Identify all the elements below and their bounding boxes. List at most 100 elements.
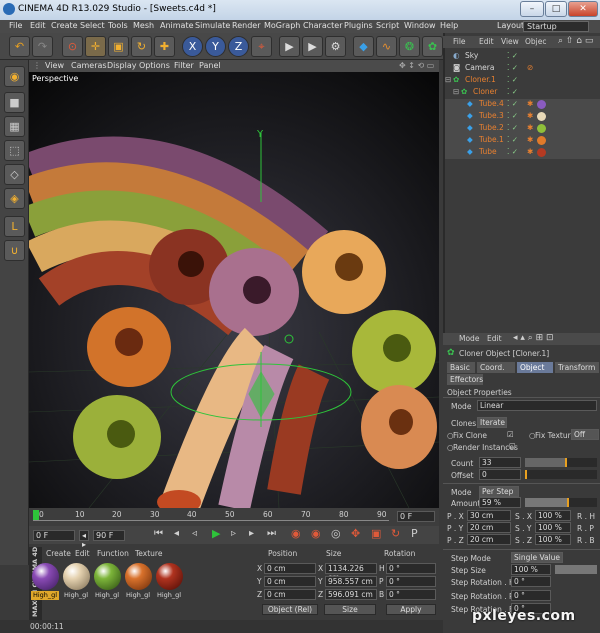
visibility-icon[interactable]: ⁚ ✓ bbox=[507, 51, 518, 60]
object-row-camera[interactable]: ◙ Camera ⁚ ✓ ⊘ bbox=[445, 63, 600, 75]
material-tag-icon[interactable] bbox=[537, 100, 546, 109]
end-frame-field[interactable]: 90 F bbox=[93, 530, 125, 541]
menu-mograph[interactable]: MoGraph bbox=[264, 21, 300, 30]
menu-plugins[interactable]: Plugins bbox=[344, 21, 373, 30]
count-slider-handle[interactable] bbox=[565, 458, 567, 467]
maximize-button[interactable]: □ bbox=[545, 1, 567, 17]
p-z-field[interactable]: 20 cm bbox=[467, 534, 511, 545]
render-picture-icon[interactable]: ▶ bbox=[302, 36, 323, 57]
fix-texture-select[interactable]: Off bbox=[571, 429, 599, 440]
rot-h-field[interactable]: 0 ° bbox=[386, 563, 436, 574]
material-label-5[interactable]: High_gl bbox=[155, 591, 183, 600]
camera-tag-icon[interactable]: ⊘ bbox=[527, 63, 533, 72]
record-icon[interactable]: ◉ bbox=[291, 527, 301, 540]
offset-slider-handle[interactable] bbox=[525, 470, 527, 479]
phong-tag-icon[interactable]: ✱ bbox=[527, 135, 533, 144]
spline-icon[interactable]: ∿ bbox=[376, 36, 397, 57]
visibility-icon[interactable]: ⁚ ✓ bbox=[507, 135, 518, 144]
tab-transform[interactable]: Transform bbox=[555, 362, 599, 373]
next-key-icon[interactable]: ▸ bbox=[249, 528, 254, 539]
pos-key-icon[interactable]: ✥ bbox=[351, 527, 360, 540]
material-swatch-5[interactable] bbox=[156, 563, 183, 590]
undo-icon[interactable]: ↶ bbox=[9, 36, 30, 57]
viewport-menu-cameras[interactable]: Cameras bbox=[71, 61, 107, 70]
offset-slider[interactable] bbox=[525, 470, 597, 479]
axis-tool-icon[interactable]: L bbox=[4, 216, 25, 237]
polygons-mode-icon[interactable]: ◈ bbox=[4, 188, 25, 209]
move-icon[interactable]: ✛ bbox=[85, 36, 106, 57]
y-axis-icon[interactable]: Y bbox=[205, 36, 226, 57]
menu-animate[interactable]: Animate bbox=[160, 21, 194, 30]
size-x-field[interactable]: 1134.226 cm bbox=[325, 563, 377, 582]
om-nav-icons[interactable]: ⌕ ⇧ ⌂ ▭ bbox=[558, 36, 593, 46]
attr-menu-mode[interactable]: Mode bbox=[459, 334, 479, 343]
viewport-menu-view[interactable]: View bbox=[45, 61, 64, 70]
rot-key-icon[interactable]: ↻ bbox=[391, 527, 400, 540]
coord-mode-select[interactable]: Object (Rel) bbox=[262, 604, 318, 615]
goto-end-icon[interactable]: ⏭ bbox=[267, 528, 276, 539]
material-swatch-2[interactable] bbox=[63, 563, 90, 590]
current-frame-field[interactable]: 0 F bbox=[397, 511, 435, 522]
tab-basic[interactable]: Basic bbox=[447, 362, 475, 373]
fix-clone-checkbox[interactable]: ☑ bbox=[507, 430, 514, 439]
material-label-2[interactable]: High_gl bbox=[62, 591, 90, 600]
start-frame-field[interactable]: 0 F bbox=[33, 530, 75, 541]
prev-frame-icon[interactable]: ◃ bbox=[192, 528, 197, 539]
step-rot-h-field[interactable]: 0 ° bbox=[511, 576, 551, 587]
s-x-field[interactable]: 100 % bbox=[535, 510, 571, 521]
timeline[interactable]: 0 10 20 30 40 50 60 70 80 90 0 F bbox=[29, 508, 439, 526]
material-tag-icon[interactable] bbox=[537, 124, 546, 133]
menu-help[interactable]: Help bbox=[440, 21, 458, 30]
material-swatch-4[interactable] bbox=[125, 563, 152, 590]
menu-edit[interactable]: Edit bbox=[30, 21, 46, 30]
material-tag-icon[interactable] bbox=[537, 148, 546, 157]
goto-start-icon[interactable]: ⏮ bbox=[154, 528, 163, 539]
tab-coord[interactable]: Coord. bbox=[477, 362, 515, 373]
om-menu-edit[interactable]: Edit bbox=[479, 37, 494, 46]
material-swatch-1[interactable] bbox=[32, 563, 59, 590]
visibility-icon[interactable]: ⁚ ✓ bbox=[507, 111, 518, 120]
render-view-icon[interactable]: ▶ bbox=[279, 36, 300, 57]
menu-character[interactable]: Character bbox=[303, 21, 343, 30]
viewport-menu-display[interactable]: Display bbox=[107, 61, 137, 70]
step-rot-p-field[interactable]: 0 ° bbox=[511, 590, 551, 601]
phong-tag-icon[interactable]: ✱ bbox=[527, 111, 533, 120]
apply-button[interactable]: Apply bbox=[386, 604, 436, 615]
visibility-icon[interactable]: ⁚ ✓ bbox=[507, 147, 518, 156]
menu-script[interactable]: Script bbox=[376, 21, 399, 30]
mat-menu-edit[interactable]: Edit bbox=[75, 549, 90, 558]
x-axis-icon[interactable]: X bbox=[182, 36, 203, 57]
s-z-field[interactable]: 100 % bbox=[535, 534, 571, 545]
amount-field[interactable]: 59 % bbox=[479, 497, 521, 508]
s-y-field[interactable]: 100 % bbox=[535, 522, 571, 533]
select-icon[interactable]: ⊙ bbox=[62, 36, 83, 57]
param-key-icon[interactable]: P bbox=[411, 527, 418, 540]
visibility-icon[interactable]: ⁚ ✓ bbox=[507, 99, 518, 108]
material-tag-icon[interactable] bbox=[537, 136, 546, 145]
visibility-icon[interactable]: ⁚ ✓ bbox=[507, 123, 518, 132]
close-button[interactable]: ✕ bbox=[568, 1, 598, 17]
object-mode-icon[interactable]: ■ bbox=[4, 92, 25, 113]
object-row-cloner[interactable]: ⊟ ✿ Cloner ⁚ ✓ bbox=[445, 87, 600, 99]
render-instances-checkbox[interactable]: ☐ bbox=[509, 442, 516, 451]
tab-object[interactable]: Object bbox=[517, 362, 553, 373]
tab-effectors[interactable]: Effectors bbox=[447, 374, 483, 385]
om-menu-objects[interactable]: Objec bbox=[525, 37, 547, 46]
material-label-3[interactable]: High_gl bbox=[93, 591, 121, 600]
viewport-menu-filter[interactable]: Filter bbox=[174, 61, 194, 70]
amount-slider[interactable] bbox=[525, 498, 597, 507]
viewport-menu-panel[interactable]: Panel bbox=[199, 61, 221, 70]
mode2-select[interactable]: Per Step bbox=[479, 486, 519, 497]
visibility-icon[interactable]: ⁚ ✓ bbox=[507, 75, 518, 84]
menu-render[interactable]: Render bbox=[232, 21, 260, 30]
step-mode-select[interactable]: Single Value bbox=[511, 552, 563, 563]
phong-tag-icon[interactable]: ✱ bbox=[527, 147, 533, 156]
rotate-icon[interactable]: ↻ bbox=[131, 36, 152, 57]
attr-nav-icons[interactable]: ◂ ▴ ⌕ ⊞ ⊡ bbox=[513, 333, 554, 343]
menu-select[interactable]: Select bbox=[80, 21, 105, 30]
phong-tag-icon[interactable]: ✱ bbox=[527, 99, 533, 108]
visibility-icon[interactable]: ⁚ ✓ bbox=[507, 63, 518, 72]
menu-simulate[interactable]: Simulate bbox=[195, 21, 230, 30]
rot-p-field[interactable]: 0 ° bbox=[386, 576, 436, 587]
points-mode-icon[interactable]: ⬚ bbox=[4, 140, 25, 161]
